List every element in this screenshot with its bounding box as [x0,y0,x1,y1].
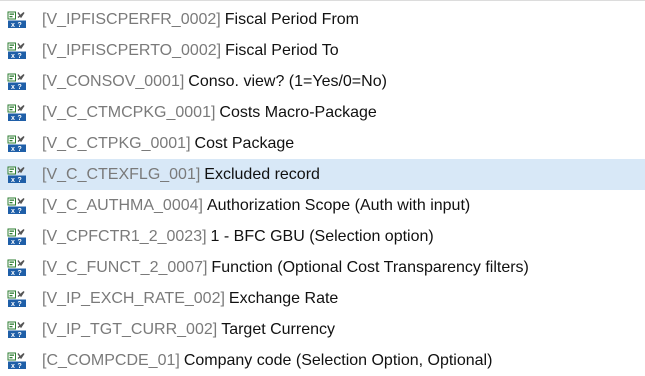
variable-icon: x ? [6,196,28,216]
svg-text:x: x [11,362,15,369]
list-top-border [0,0,645,1]
variable-icon: x ? [6,10,28,30]
variable-icon: x ? [6,320,28,340]
svg-text:?: ? [18,238,22,245]
list-item[interactable]: x ? [V_IPFISCPERTO_0002] Fiscal Period T… [0,35,645,66]
variable-icon: x ? [6,165,28,185]
variable-icon: x ? [6,227,28,247]
svg-text:x: x [11,52,15,59]
list-item[interactable]: x ? [V_CPFCTR1_2_0023] 1 - BFC GBU (Sele… [0,221,645,252]
svg-text:x: x [11,145,15,152]
svg-text:?: ? [18,331,22,338]
variable-description: Costs Macro-Package [219,103,377,121]
variable-description: Conso. view? (1=Yes/0=No) [188,72,387,90]
technical-name: [C_COMPCDE_01] [42,351,180,369]
variable-description: Authorization Scope (Auth with input) [206,196,471,214]
list-item[interactable]: x ? [V_C_CTMCPKG_0001] Costs Macro-Packa… [0,97,645,128]
technical-name: [V_C_AUTHMA_0004] [42,196,203,214]
variable-description: Exchange Rate [228,289,339,307]
svg-text:x: x [11,331,15,338]
variable-description: Cost Package [194,134,295,152]
svg-text:?: ? [18,52,22,59]
svg-text:x: x [11,238,15,245]
svg-text:?: ? [18,269,22,276]
technical-name: [V_C_CTMCPKG_0001] [42,103,216,121]
list-item[interactable]: x ? [V_CONSOV_0001] Conso. view? (1=Yes/… [0,66,645,97]
variable-icon: x ? [6,103,28,123]
svg-text:?: ? [18,362,22,369]
variable-icon: x ? [6,134,28,154]
variable-description: Fiscal Period To [225,41,339,59]
svg-text:x: x [11,176,15,183]
technical-name: [V_CPFCTR1_2_0023] [42,227,207,245]
svg-text:?: ? [18,176,22,183]
list-item[interactable]: x ? [V_IP_EXCH_RATE_002] Exchange Rate [0,283,645,314]
technical-name: [V_IP_EXCH_RATE_002] [42,289,225,307]
variable-description: Fiscal Period From [224,10,359,28]
svg-text:x: x [11,114,15,121]
list-item[interactable]: x ? [V_IPFISCPERFR_0002] Fiscal Period F… [0,4,645,35]
svg-text:?: ? [18,300,22,307]
variable-icon: x ? [6,41,28,61]
technical-name: [V_C_CTPKG_0001] [42,134,191,152]
svg-text:x: x [11,83,15,90]
variable-icon: x ? [6,72,28,92]
list-item[interactable]: x ? [V_C_AUTHMA_0004] Authorization Scop… [0,190,645,221]
variable-description: 1 - BFC GBU (Selection option) [210,227,434,245]
technical-name: [V_C_FUNCT_2_0007] [42,258,208,276]
svg-text:?: ? [18,83,22,90]
svg-text:x: x [11,300,15,307]
svg-text:x: x [11,207,15,214]
technical-name: [V_IPFISCPERFR_0002] [42,10,221,28]
list-item[interactable]: x ? [V_C_FUNCT_2_0007] Function (Optiona… [0,252,645,283]
technical-name: [V_IP_TGT_CURR_002] [42,320,218,338]
variable-icon: x ? [6,289,28,309]
technical-name: [V_CONSOV_0001] [42,72,185,90]
variable-icon: x ? [6,351,28,371]
svg-text:?: ? [18,207,22,214]
svg-text:x: x [11,269,15,276]
svg-text:?: ? [18,21,22,28]
svg-text:?: ? [18,145,22,152]
technical-name: [V_C_CTEXFLG_001] [42,165,201,183]
variable-list: x ? [V_IPFISCPERFR_0002] Fiscal Period F… [0,4,645,376]
technical-name: [V_IPFISCPERTO_0002] [42,41,222,59]
variable-description: Company code (Selection Option, Optional… [183,351,493,369]
variable-description: Function (Optional Cost Transparency fil… [211,258,529,276]
svg-text:?: ? [18,114,22,121]
variable-description: Excluded record [204,165,320,183]
list-item[interactable]: x ? [V_IP_TGT_CURR_002] Target Currency [0,314,645,345]
list-item[interactable]: x ? [C_COMPCDE_01] Company code (Selecti… [0,345,645,376]
list-item-selected[interactable]: x ? [V_C_CTEXFLG_001] Excluded record [0,159,645,190]
variable-icon: x ? [6,258,28,278]
variable-description: Target Currency [221,320,336,338]
svg-text:x: x [11,21,15,28]
list-item[interactable]: x ? [V_C_CTPKG_0001] Cost Package [0,128,645,159]
